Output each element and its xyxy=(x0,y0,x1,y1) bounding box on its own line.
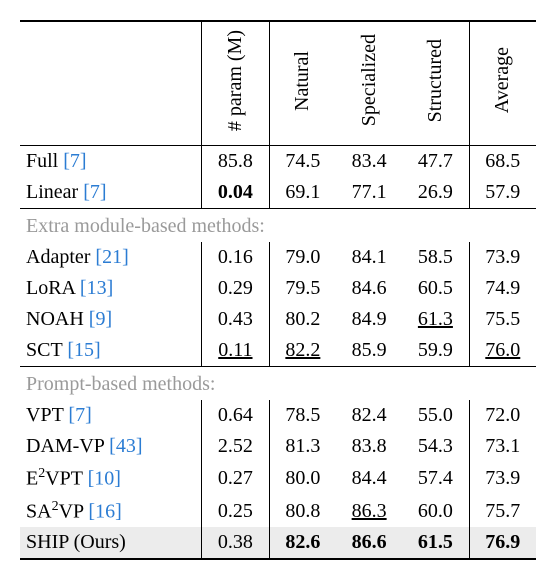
group-label: Extra module-based methods: xyxy=(20,209,536,243)
value-cell: 82.2 xyxy=(269,335,336,367)
method-cell: DAM-VP [43] xyxy=(20,431,202,462)
cite-link[interactable]: [7] xyxy=(63,150,86,172)
value-cell: 85.8 xyxy=(202,146,270,178)
cite-link[interactable]: [16] xyxy=(88,500,121,522)
cite-link[interactable]: [9] xyxy=(89,308,112,330)
value-cell: 0.38 xyxy=(202,527,270,559)
col-average: Average xyxy=(469,21,536,146)
value-cell: 74.5 xyxy=(269,146,336,178)
value-cell: 26.9 xyxy=(402,177,469,209)
value-cell: 75.7 xyxy=(469,495,536,528)
table-row: LoRA [13] 0.29 79.5 84.6 60.5 74.9 xyxy=(20,273,536,304)
value-cell: 79.5 xyxy=(269,273,336,304)
value-cell: 0.16 xyxy=(202,242,270,273)
value-cell: 0.43 xyxy=(202,304,270,335)
method-cell: Adapter [21] xyxy=(20,242,202,273)
value-cell: 57.4 xyxy=(402,462,469,495)
value-cell: 60.5 xyxy=(402,273,469,304)
value-cell: 0.04 xyxy=(202,177,270,209)
results-table: # param (M) Natural Specialized Structur… xyxy=(20,20,536,560)
table-row: E2VPT [10] 0.27 80.0 84.4 57.4 73.9 xyxy=(20,462,536,495)
value-cell: 74.9 xyxy=(469,273,536,304)
value-cell: 86.6 xyxy=(336,527,402,559)
value-cell: 0.11 xyxy=(202,335,270,367)
col-structured: Structured xyxy=(402,21,469,146)
value-cell: 79.0 xyxy=(269,242,336,273)
value-cell: 84.9 xyxy=(336,304,402,335)
value-cell: 69.1 xyxy=(269,177,336,209)
group-header-row: Prompt-based methods: xyxy=(20,367,536,401)
col-natural: Natural xyxy=(269,21,336,146)
table-row-ours: SHIP (Ours) 0.38 82.6 86.6 61.5 76.9 xyxy=(20,527,536,559)
col-method xyxy=(20,21,202,146)
table-row: VPT [7] 0.64 78.5 82.4 55.0 72.0 xyxy=(20,400,536,431)
value-cell: 73.9 xyxy=(469,242,536,273)
cite-link[interactable]: [10] xyxy=(88,468,121,490)
value-cell: 57.9 xyxy=(469,177,536,209)
cite-link[interactable]: [13] xyxy=(80,277,113,299)
value-cell: 80.0 xyxy=(269,462,336,495)
value-cell: 80.2 xyxy=(269,304,336,335)
value-cell: 83.4 xyxy=(336,146,402,178)
value-cell: 59.9 xyxy=(402,335,469,367)
table-row: NOAH [9] 0.43 80.2 84.9 61.3 75.5 xyxy=(20,304,536,335)
value-cell: 2.52 xyxy=(202,431,270,462)
cite-link[interactable]: [7] xyxy=(83,181,106,203)
value-cell: 73.9 xyxy=(469,462,536,495)
method-cell: Linear [7] xyxy=(20,177,202,209)
method-cell: E2VPT [10] xyxy=(20,462,202,495)
value-cell: 60.0 xyxy=(402,495,469,528)
group-label: Prompt-based methods: xyxy=(20,367,536,401)
table-row: SA2VP [16] 0.25 80.8 86.3 60.0 75.7 xyxy=(20,495,536,528)
value-cell: 73.1 xyxy=(469,431,536,462)
value-cell: 54.3 xyxy=(402,431,469,462)
method-cell: Full [7] xyxy=(20,146,202,178)
value-cell: 61.3 xyxy=(402,304,469,335)
header-row: # param (M) Natural Specialized Structur… xyxy=(20,21,536,146)
table-row: DAM-VP [43] 2.52 81.3 83.8 54.3 73.1 xyxy=(20,431,536,462)
value-cell: 85.9 xyxy=(336,335,402,367)
value-cell: 0.25 xyxy=(202,495,270,528)
value-cell: 84.4 xyxy=(336,462,402,495)
value-cell: 76.9 xyxy=(469,527,536,559)
value-cell: 58.5 xyxy=(402,242,469,273)
value-cell: 0.27 xyxy=(202,462,270,495)
cite-link[interactable]: [43] xyxy=(109,435,142,457)
table-row: SCT [15] 0.11 82.2 85.9 59.9 76.0 xyxy=(20,335,536,367)
value-cell: 82.4 xyxy=(336,400,402,431)
group-header-row: Extra module-based methods: xyxy=(20,209,536,243)
value-cell: 55.0 xyxy=(402,400,469,431)
table-row: Linear [7] 0.04 69.1 77.1 26.9 57.9 xyxy=(20,177,536,209)
method-cell: LoRA [13] xyxy=(20,273,202,304)
value-cell: 82.6 xyxy=(269,527,336,559)
value-cell: 72.0 xyxy=(469,400,536,431)
value-cell: 80.8 xyxy=(269,495,336,528)
value-cell: 75.5 xyxy=(469,304,536,335)
value-cell: 77.1 xyxy=(336,177,402,209)
value-cell: 47.7 xyxy=(402,146,469,178)
cite-link[interactable]: [15] xyxy=(67,339,100,361)
method-cell: SCT [15] xyxy=(20,335,202,367)
value-cell: 84.6 xyxy=(336,273,402,304)
value-cell: 0.29 xyxy=(202,273,270,304)
cite-link[interactable]: [21] xyxy=(95,246,128,268)
col-specialized: Specialized xyxy=(336,21,402,146)
value-cell: 78.5 xyxy=(269,400,336,431)
value-cell: 76.0 xyxy=(469,335,536,367)
method-cell: VPT [7] xyxy=(20,400,202,431)
value-cell: 84.1 xyxy=(336,242,402,273)
value-cell: 61.5 xyxy=(402,527,469,559)
method-cell: SA2VP [16] xyxy=(20,495,202,528)
value-cell: 86.3 xyxy=(336,495,402,528)
value-cell: 83.8 xyxy=(336,431,402,462)
col-param: # param (M) xyxy=(202,21,270,146)
value-cell: 81.3 xyxy=(269,431,336,462)
cite-link[interactable]: [7] xyxy=(68,404,91,426)
value-cell: 68.5 xyxy=(469,146,536,178)
table-row: Adapter [21] 0.16 79.0 84.1 58.5 73.9 xyxy=(20,242,536,273)
table-row: Full [7] 85.8 74.5 83.4 47.7 68.5 xyxy=(20,146,536,178)
value-cell: 0.64 xyxy=(202,400,270,431)
method-cell: NOAH [9] xyxy=(20,304,202,335)
method-cell: SHIP (Ours) xyxy=(20,527,202,559)
